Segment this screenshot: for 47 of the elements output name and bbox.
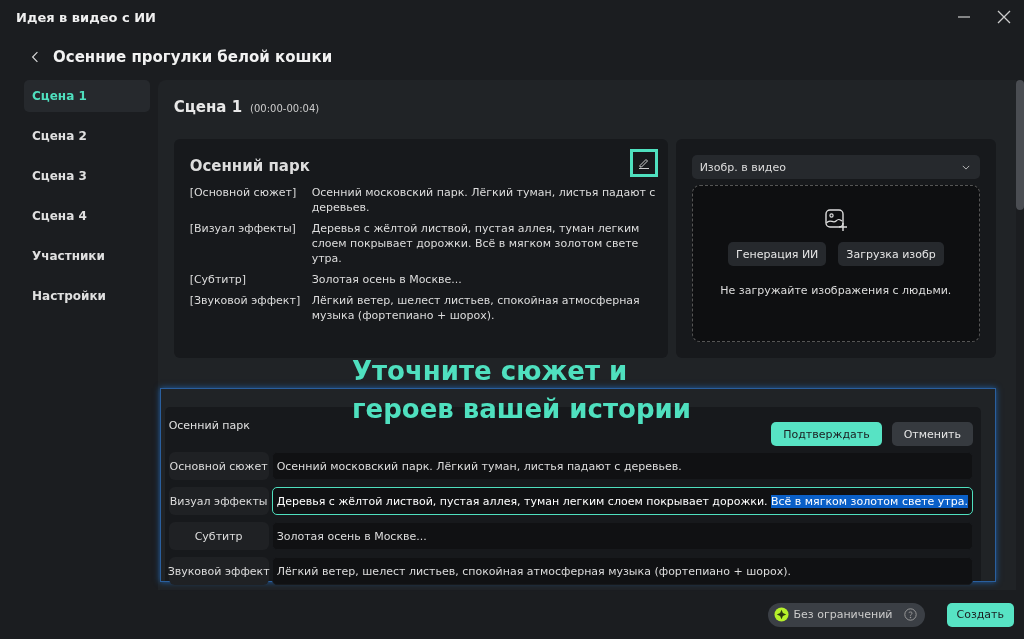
field-label: Звуковой эффект xyxy=(168,557,269,585)
close-icon[interactable] xyxy=(996,9,1012,25)
scene-title: Сцена 1 xyxy=(173,98,243,116)
field-label: [Субтитр] xyxy=(189,272,248,287)
plan-badge[interactable]: Без ограничений xyxy=(767,602,925,627)
editor-title: Осенний парк xyxy=(168,418,251,432)
callout-text: Уточните сюжет и героев вашей истории xyxy=(352,355,692,426)
help-icon xyxy=(903,608,917,621)
field-value: Деревья с жёлтой листвой, пустая аллея, туман легким слоем покрывает дорожки. Всё в мягком золотом свете утра. xyxy=(311,221,641,266)
create-button[interactable]: Создать xyxy=(946,602,1014,627)
sidebar-item[interactable]: Сцена 3 xyxy=(24,160,150,192)
sidebar-item[interactable]: Настройки xyxy=(24,280,150,312)
sidebar-item[interactable]: Сцена 4 xyxy=(24,200,150,232)
time-range: (00:00-00:04) xyxy=(250,103,320,114)
sidebar-item[interactable]: Участники xyxy=(24,240,150,272)
confirm-button[interactable]: Подтверждать xyxy=(771,422,882,446)
window-title: Идея в видео с ИИ xyxy=(16,9,157,25)
field-label: Основной сюжет xyxy=(168,452,269,480)
media-dropdown[interactable]: Изобр. в видео xyxy=(691,155,980,179)
card-title: Осенний парк xyxy=(189,157,310,175)
text-field[interactable]: Золотая осень в Москве... xyxy=(271,522,973,550)
text-field[interactable]: Осенний московский парк. Лёгкий туман, листья падают с деревьев. xyxy=(271,452,973,480)
add-image-icon xyxy=(823,208,848,232)
sidebar-item[interactable]: Сцена 1 xyxy=(24,80,150,112)
upload-note: Не загружайте изображения с людьми. xyxy=(720,284,952,297)
field-label: [Звуковой эффект] xyxy=(189,293,302,309)
scrollbar-thumb[interactable] xyxy=(1016,80,1024,210)
field-value: Золотая осень в Москве... xyxy=(311,272,463,287)
sidebar-item[interactable]: Сцена 2 xyxy=(24,120,150,152)
text-field[interactable]: Лёгкий ветер, шелест листьев, спокойная атмосферная музыка (фортепиано + шорох). xyxy=(271,557,973,585)
chevron-down-icon xyxy=(962,164,970,170)
field-label: [Визуал эффекты] xyxy=(189,221,297,237)
text-field[interactable]: Деревья с жёлтой листвой, пустая аллея, туман легким слоем покрывает дорожки. Всё в мягком золотом свете утра. xyxy=(271,487,973,515)
field-value: Лёгкий ветер, шелест листьев, спокойная атмосферная музыка (фортепиано + шорох). xyxy=(311,293,641,323)
media-button[interactable]: Загрузка изобр xyxy=(838,242,944,266)
media-button[interactable]: Генерация ИИ xyxy=(728,242,827,266)
field-value: Осенний московский парк. Лёгкий туман, листья падают с деревьев. xyxy=(311,185,657,215)
field-label: [Основной сюжет] xyxy=(189,185,298,201)
pencil-icon xyxy=(637,157,650,169)
edit-button[interactable] xyxy=(629,149,658,177)
plus-badge-icon xyxy=(773,607,789,622)
back-icon[interactable] xyxy=(31,51,39,63)
field-label: Визуал эффекты xyxy=(168,487,269,515)
upload-area[interactable]: Генерация ИИ Загрузка изобр Не загружайте изображения с людьми. xyxy=(691,185,980,342)
field-label: Субтитр xyxy=(168,522,269,550)
page-title: Осенние прогулки белой кошки xyxy=(53,48,333,66)
cancel-button[interactable]: Отменить xyxy=(891,422,973,446)
